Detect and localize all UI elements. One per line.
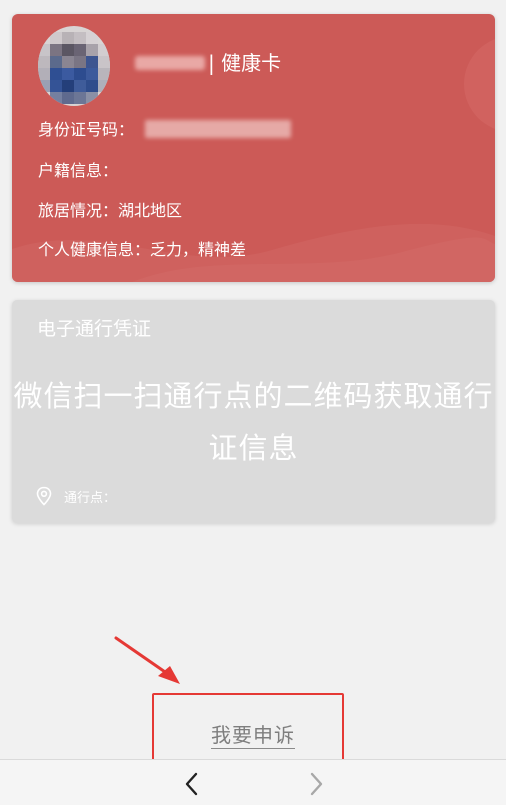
health-code-page: | 健康卡 身份证号码： 户籍信息： 旅居情况：湖北地区 个人健康信息：乏力，精… [0, 0, 506, 805]
scan-instruction: 微信扫一扫通行点的二维码获取通行证信息 [13, 379, 494, 465]
health-card: | 健康卡 身份证号码： 户籍信息： 旅居情况：湖北地区 个人健康信息：乏力，精… [12, 14, 495, 282]
location-pin-icon [36, 486, 52, 506]
name-redacted [135, 56, 205, 70]
chevron-left-icon [185, 772, 198, 796]
health-info: 个人健康信息：乏力，精神差 [38, 240, 247, 259]
back-button[interactable] [172, 768, 212, 800]
bottom-navigation-bar [0, 759, 506, 805]
appeal-link[interactable]: 我要申诉 [0, 721, 506, 749]
id-number-label: 身份证号码： [38, 120, 135, 139]
annotation-arrow-icon [114, 636, 180, 684]
id-number-redacted [145, 120, 291, 138]
chevron-right-icon [310, 772, 323, 796]
avatar [38, 26, 110, 106]
pass-card: 电子通行凭证 微信扫一扫通行点的二维码获取通行证信息 通行点： [12, 300, 495, 523]
household-info-label: 户籍信息： [38, 161, 119, 180]
card-title: | 健康卡 [208, 51, 282, 75]
appeal-link-label[interactable]: 我要申诉 [211, 723, 295, 749]
travel-status: 旅居情况：湖北地区 [38, 201, 183, 220]
forward-button[interactable] [296, 768, 336, 800]
pass-card-title: 电子通行凭证 [37, 318, 152, 340]
pass-point-label: 通行点： [64, 491, 117, 506]
